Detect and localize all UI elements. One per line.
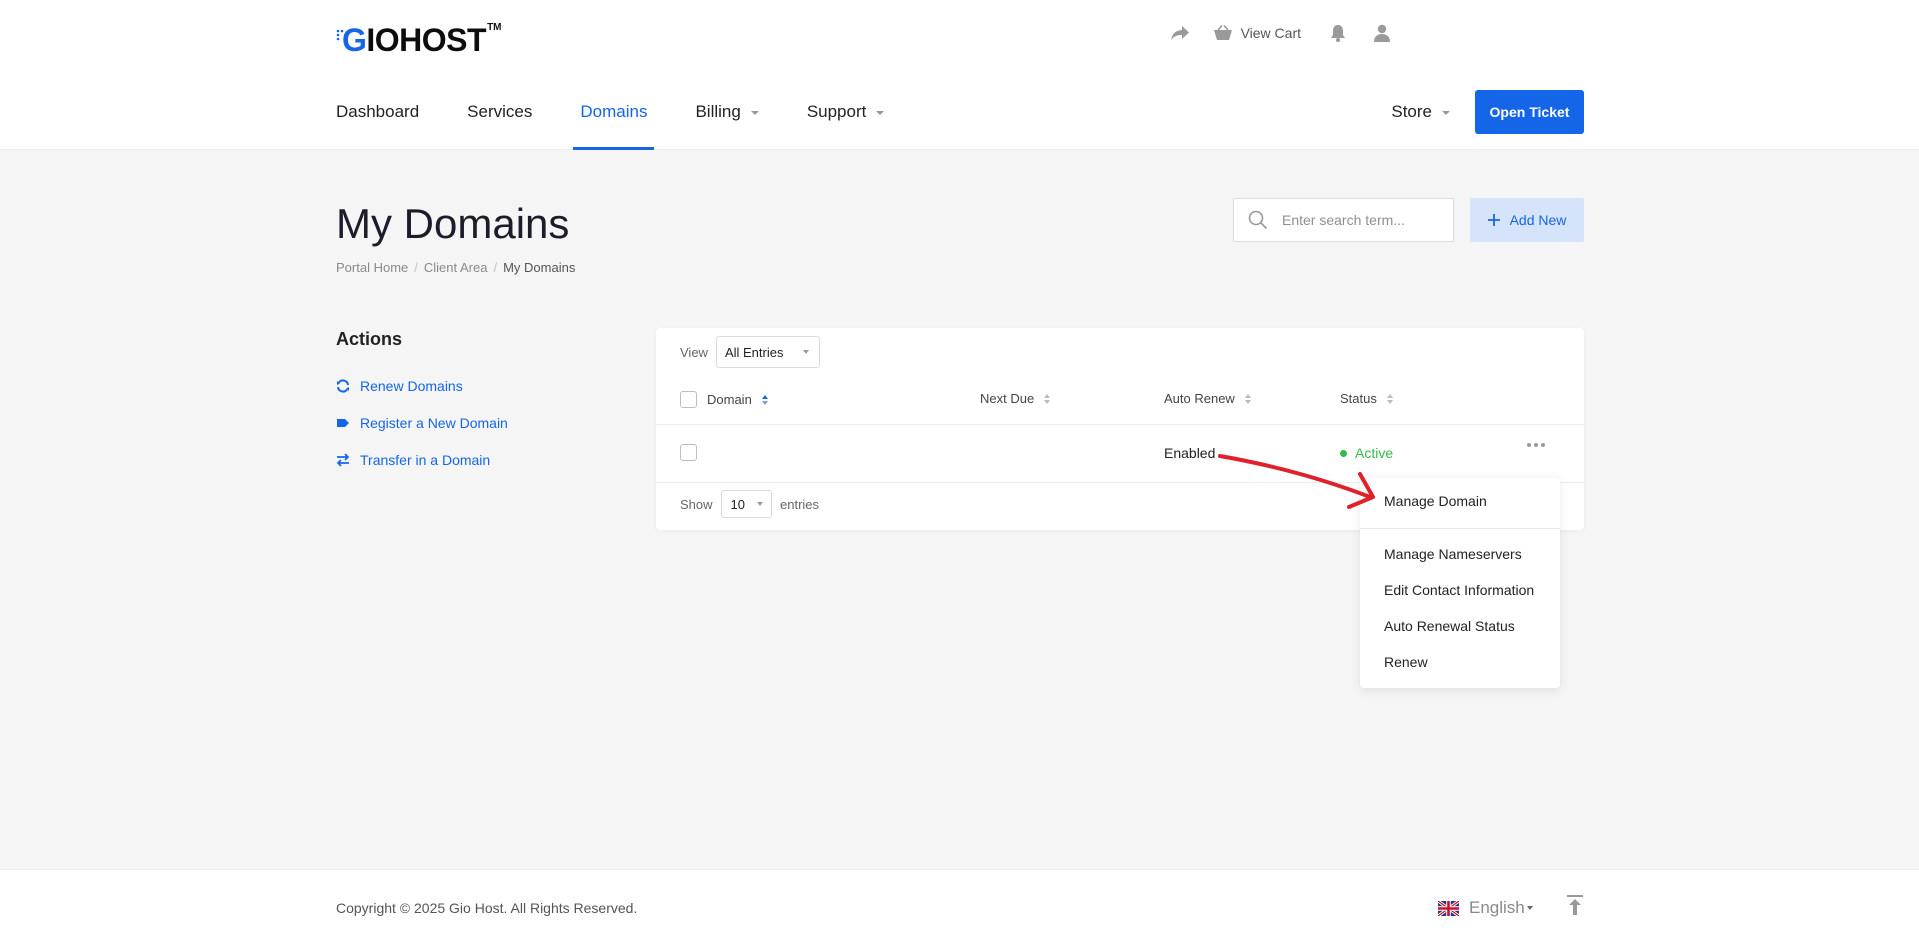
- main-nav: Dashboard Services Domains Billing Suppo…: [336, 88, 932, 150]
- basket-icon: [1213, 25, 1232, 40]
- breadcrumb-separator: /: [414, 260, 418, 275]
- sort-icon: [1244, 393, 1251, 404]
- view-cart-label: View Cart: [1240, 25, 1301, 41]
- add-new-button[interactable]: Add New: [1470, 198, 1584, 242]
- menu-item-renew[interactable]: Renew: [1384, 654, 1428, 670]
- add-new-label: Add New: [1509, 212, 1567, 228]
- top-actions: View Cart: [1169, 22, 1393, 44]
- chevron-down-icon: [803, 350, 810, 354]
- arrow-up-icon[interactable]: [1565, 894, 1585, 916]
- menu-divider: [1360, 528, 1560, 529]
- logo-dots-icon: [336, 29, 344, 41]
- row-actions-menu: Manage Domain Manage Nameservers Edit Co…: [1360, 478, 1560, 688]
- page-length-select[interactable]: 10: [720, 490, 772, 518]
- nav-domains[interactable]: Domains: [573, 88, 655, 150]
- view-filter: View All Entries: [680, 336, 821, 368]
- column-header-domain[interactable]: Domain: [680, 391, 768, 408]
- sidebar-title: Actions: [336, 329, 403, 349]
- view-cart-link[interactable]: View Cart: [1213, 25, 1301, 41]
- view-select[interactable]: All Entries: [715, 336, 821, 368]
- language-selector[interactable]: English: [1438, 898, 1533, 918]
- bell-icon[interactable]: [1327, 22, 1349, 44]
- exchange-icon: [336, 453, 350, 467]
- row-checkbox[interactable]: [680, 444, 697, 461]
- chevron-down-icon: [750, 111, 759, 115]
- more-options-icon[interactable]: [1527, 443, 1545, 447]
- status-dot-icon: [1340, 449, 1347, 457]
- chevron-down-icon: [1442, 111, 1450, 115]
- chevron-down-icon: [1526, 906, 1533, 910]
- sort-icon: [1386, 393, 1393, 404]
- share-icon[interactable]: [1169, 22, 1191, 44]
- show-label: Show: [680, 496, 713, 512]
- search-box: [1233, 198, 1454, 242]
- open-ticket-button[interactable]: Open Ticket: [1475, 90, 1584, 134]
- sort-icon: [761, 394, 768, 405]
- select-all-checkbox[interactable]: [680, 391, 697, 408]
- nav-services[interactable]: Services: [467, 88, 532, 150]
- sidebar-link-register-domain[interactable]: Register a New Domain: [336, 415, 508, 431]
- page-title: My Domains: [336, 200, 570, 247]
- breadcrumb-portal-home[interactable]: Portal Home: [336, 260, 408, 275]
- tag-icon: [337, 419, 349, 427]
- menu-item-edit-contact[interactable]: Edit Contact Information: [1384, 582, 1534, 598]
- menu-item-auto-renewal[interactable]: Auto Renewal Status: [1384, 618, 1515, 634]
- breadcrumb-current: My Domains: [503, 260, 576, 275]
- nav-billing[interactable]: Billing: [695, 88, 759, 150]
- plus-icon: [1487, 214, 1500, 226]
- language-label: English: [1469, 898, 1525, 917]
- sort-icon: [1044, 393, 1051, 404]
- logo-trademark: TM: [487, 22, 502, 33]
- breadcrumb-client-area[interactable]: Client Area: [424, 260, 488, 275]
- nav-dashboard[interactable]: Dashboard: [336, 88, 419, 150]
- site-header: GIOHOST TM View Cart Dashboard Services …: [0, 0, 1919, 150]
- menu-item-manage-nameservers[interactable]: Manage Nameservers: [1384, 546, 1522, 562]
- row-auto-renew: Enabled: [1164, 445, 1216, 461]
- site-footer: Copyright © 2025 Gio Host. All Rights Re…: [0, 869, 1919, 937]
- sidebar-link-transfer-domain[interactable]: Transfer in a Domain: [336, 452, 490, 468]
- user-icon[interactable]: [1371, 22, 1393, 44]
- uk-flag-icon: [1438, 900, 1459, 916]
- copyright-text: Copyright © 2025 Gio Host. All Rights Re…: [336, 900, 638, 916]
- menu-item-manage-domain[interactable]: Manage Domain: [1384, 493, 1487, 509]
- brand-logo[interactable]: GIOHOST TM: [336, 20, 502, 60]
- sync-icon: [337, 379, 349, 393]
- breadcrumb: Portal Home / Client Area / My Domains: [336, 260, 575, 275]
- header-divider: [656, 424, 1584, 425]
- breadcrumb-separator: /: [493, 260, 498, 275]
- column-header-next-due[interactable]: Next Due: [980, 391, 1051, 406]
- search-icon: [1248, 210, 1268, 230]
- entries-label: entries: [780, 496, 820, 512]
- chevron-down-icon: [876, 111, 885, 115]
- view-label: View: [680, 344, 708, 360]
- chevron-down-icon: [757, 502, 763, 506]
- column-header-auto-renew[interactable]: Auto Renew: [1164, 391, 1251, 406]
- status-badge: Active: [1340, 445, 1393, 461]
- nav-support[interactable]: Support: [807, 88, 885, 150]
- nav-store[interactable]: Store: [1391, 102, 1450, 122]
- search-input[interactable]: [1282, 212, 1442, 228]
- column-header-status[interactable]: Status: [1340, 391, 1393, 406]
- page-length: Show 10 entries: [680, 490, 819, 518]
- sidebar-link-renew-domains[interactable]: Renew Domains: [336, 378, 463, 394]
- logo-text: GIOHOST: [342, 22, 487, 58]
